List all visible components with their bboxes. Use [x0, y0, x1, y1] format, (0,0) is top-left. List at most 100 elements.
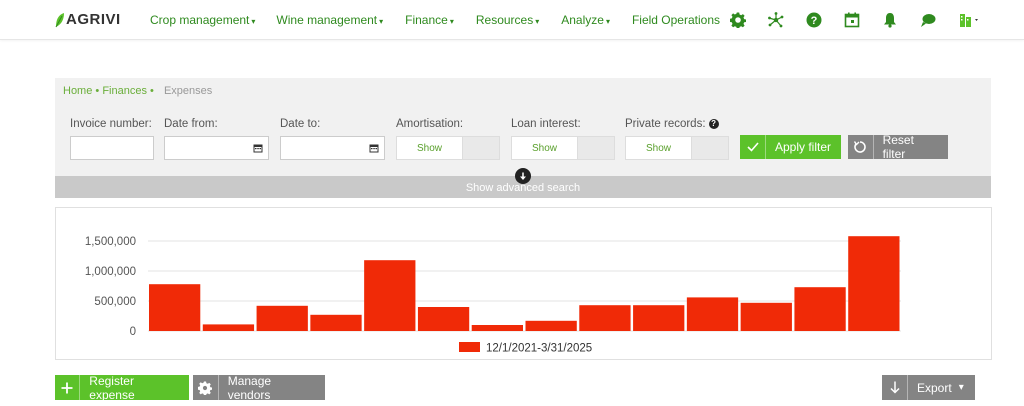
breadcrumb: Home • Finances • Expenses [63, 85, 212, 97]
bar[interactable] [471, 325, 523, 331]
reset-filter-button[interactable]: Reset filter [848, 133, 948, 161]
toggle-hide-option[interactable] [463, 137, 499, 159]
date-to-label: Date to: [280, 118, 321, 130]
main-nav: Crop management ▾ Wine management ▾ Financ… [150, 13, 742, 27]
chevron-down-icon: ▾ [379, 17, 384, 26]
manage-vendors-label: Manage vendors [227, 373, 272, 402]
bar[interactable] [525, 320, 577, 331]
register-expense-button[interactable]: Register expense [55, 373, 189, 402]
nav-label: Resources [475, 13, 534, 27]
bar[interactable] [686, 297, 739, 331]
plus-icon [55, 375, 81, 400]
reset-filter-label: Reset filter [882, 133, 914, 161]
agrivi-logo[interactable]: AGRIVI [55, 11, 121, 28]
arrow-down-circle-icon[interactable] [515, 168, 531, 184]
bar[interactable] [579, 305, 631, 331]
toggle-show-option[interactable]: Show [512, 137, 578, 159]
nav-wine-management[interactable]: Wine management ▾ [276, 13, 383, 27]
filter-panel: Home • Finances • Expenses Invoice numbe… [55, 78, 991, 198]
logo-text: AGRIVI [66, 11, 121, 28]
bar[interactable] [633, 305, 685, 331]
bell-icon[interactable] [880, 10, 900, 30]
private-records-label-wrap: Private records:? [625, 118, 719, 130]
network-icon[interactable] [766, 10, 786, 30]
bar[interactable] [202, 324, 255, 331]
arrow-down-icon [882, 375, 908, 400]
bar[interactable] [740, 302, 792, 331]
chevron-down-icon: ▾ [251, 17, 256, 26]
bar[interactable] [848, 236, 900, 331]
y-tick-label: 500,000 [94, 296, 136, 308]
advanced-search-bar[interactable]: Show advanced search [55, 168, 991, 198]
svg-text:?: ? [811, 15, 818, 27]
date-to-calendar-icon[interactable] [363, 136, 385, 160]
gear-icon [193, 375, 219, 400]
chevron-down-icon: ▾ [535, 17, 540, 26]
help-icon[interactable]: ? [708, 119, 719, 129]
y-tick-label: 0 [130, 326, 136, 338]
breadcrumb-separator: • [92, 85, 103, 97]
breadcrumb-home[interactable]: Home [63, 85, 92, 97]
nav-crop-management[interactable]: Crop management ▾ [150, 13, 255, 27]
toggle-hide-option[interactable] [692, 137, 728, 159]
nav-resources[interactable]: Resources ▾ [476, 13, 539, 27]
legend-label: 12/1/2021-3/31/2025 [486, 343, 592, 355]
bar[interactable] [149, 284, 201, 331]
private-records-toggle[interactable]: Show [625, 136, 729, 160]
chat-icon[interactable] [918, 10, 938, 30]
chart-canvas: 0 500,000 1,000,000 1,500,000 12/1/2021-3/31… [85, 236, 901, 355]
manage-vendors-button[interactable]: Manage vendors [193, 373, 325, 402]
invoice-number-input[interactable] [70, 136, 154, 160]
caret-down-icon: ▾ [958, 382, 964, 393]
nav-analyze[interactable]: Analyze ▾ [561, 13, 610, 27]
breadcrumb-finances[interactable]: Finances [102, 85, 147, 97]
date-from-input[interactable] [164, 136, 248, 160]
bar[interactable] [310, 314, 362, 331]
export-button[interactable]: Export ▾ [882, 375, 975, 400]
legend-swatch [459, 342, 480, 352]
amortisation-toggle[interactable]: Show [396, 136, 500, 160]
breadcrumb-current: Expenses [163, 85, 213, 97]
loan-interest-label: Loan interest: [511, 118, 581, 130]
toggle-show-option[interactable]: Show [397, 137, 463, 159]
y-tick-label: 1,000,000 [85, 266, 136, 278]
gear-icon[interactable] [728, 10, 748, 30]
bar[interactable] [256, 305, 308, 331]
breadcrumb-separator: • [146, 85, 154, 97]
chevron-down-icon: ▾ [605, 17, 610, 26]
nav-label: Field Operations [631, 13, 720, 27]
nav-finance[interactable]: Finance ▾ [405, 13, 454, 27]
help-icon[interactable]: ? [804, 10, 824, 30]
date-to-input[interactable] [280, 136, 364, 160]
chevron-down-icon: ▾ [449, 17, 454, 26]
date-from-label: Date from: [164, 118, 218, 130]
bar[interactable] [794, 287, 846, 331]
nav-label: Finance [405, 13, 448, 27]
amortisation-label: Amortisation: [396, 118, 464, 130]
export-label: Export [917, 380, 952, 395]
toggle-hide-option[interactable] [578, 137, 614, 159]
register-expense-label: Register expense [89, 373, 135, 402]
apply-filter-label: Apply filter [775, 140, 832, 154]
nav-label: Crop management [150, 13, 250, 27]
nav-field-operations[interactable]: Field Operations [632, 13, 720, 27]
toggle-show-option[interactable]: Show [626, 137, 692, 159]
reset-icon [848, 135, 874, 159]
bar[interactable] [417, 307, 470, 331]
apply-filter-button[interactable]: Apply filter [740, 135, 841, 159]
nav-label: Wine management [276, 13, 378, 27]
invoice-number-label: Invoice number: [70, 118, 152, 130]
nav-label: Analyze [561, 13, 604, 27]
leaf-logo-icon [55, 12, 64, 27]
calendar-icon[interactable] [842, 10, 862, 30]
top-navigation-bar: AGRIVI Crop management ▾ Wine management ▾… [0, 0, 1024, 40]
date-from-calendar-icon[interactable] [247, 136, 269, 160]
farm-switcher-icon[interactable] [956, 10, 984, 30]
check-icon [740, 135, 766, 159]
bar[interactable] [364, 260, 416, 331]
header-icons: ? [728, 10, 1002, 30]
private-records-label: Private records: [625, 118, 706, 130]
loan-interest-toggle[interactable]: Show [511, 136, 615, 160]
y-tick-label: 1,500,000 [85, 236, 136, 248]
expenses-chart: 0 500,000 1,000,000 1,500,000 12/1/2021-3/31… [55, 207, 992, 360]
